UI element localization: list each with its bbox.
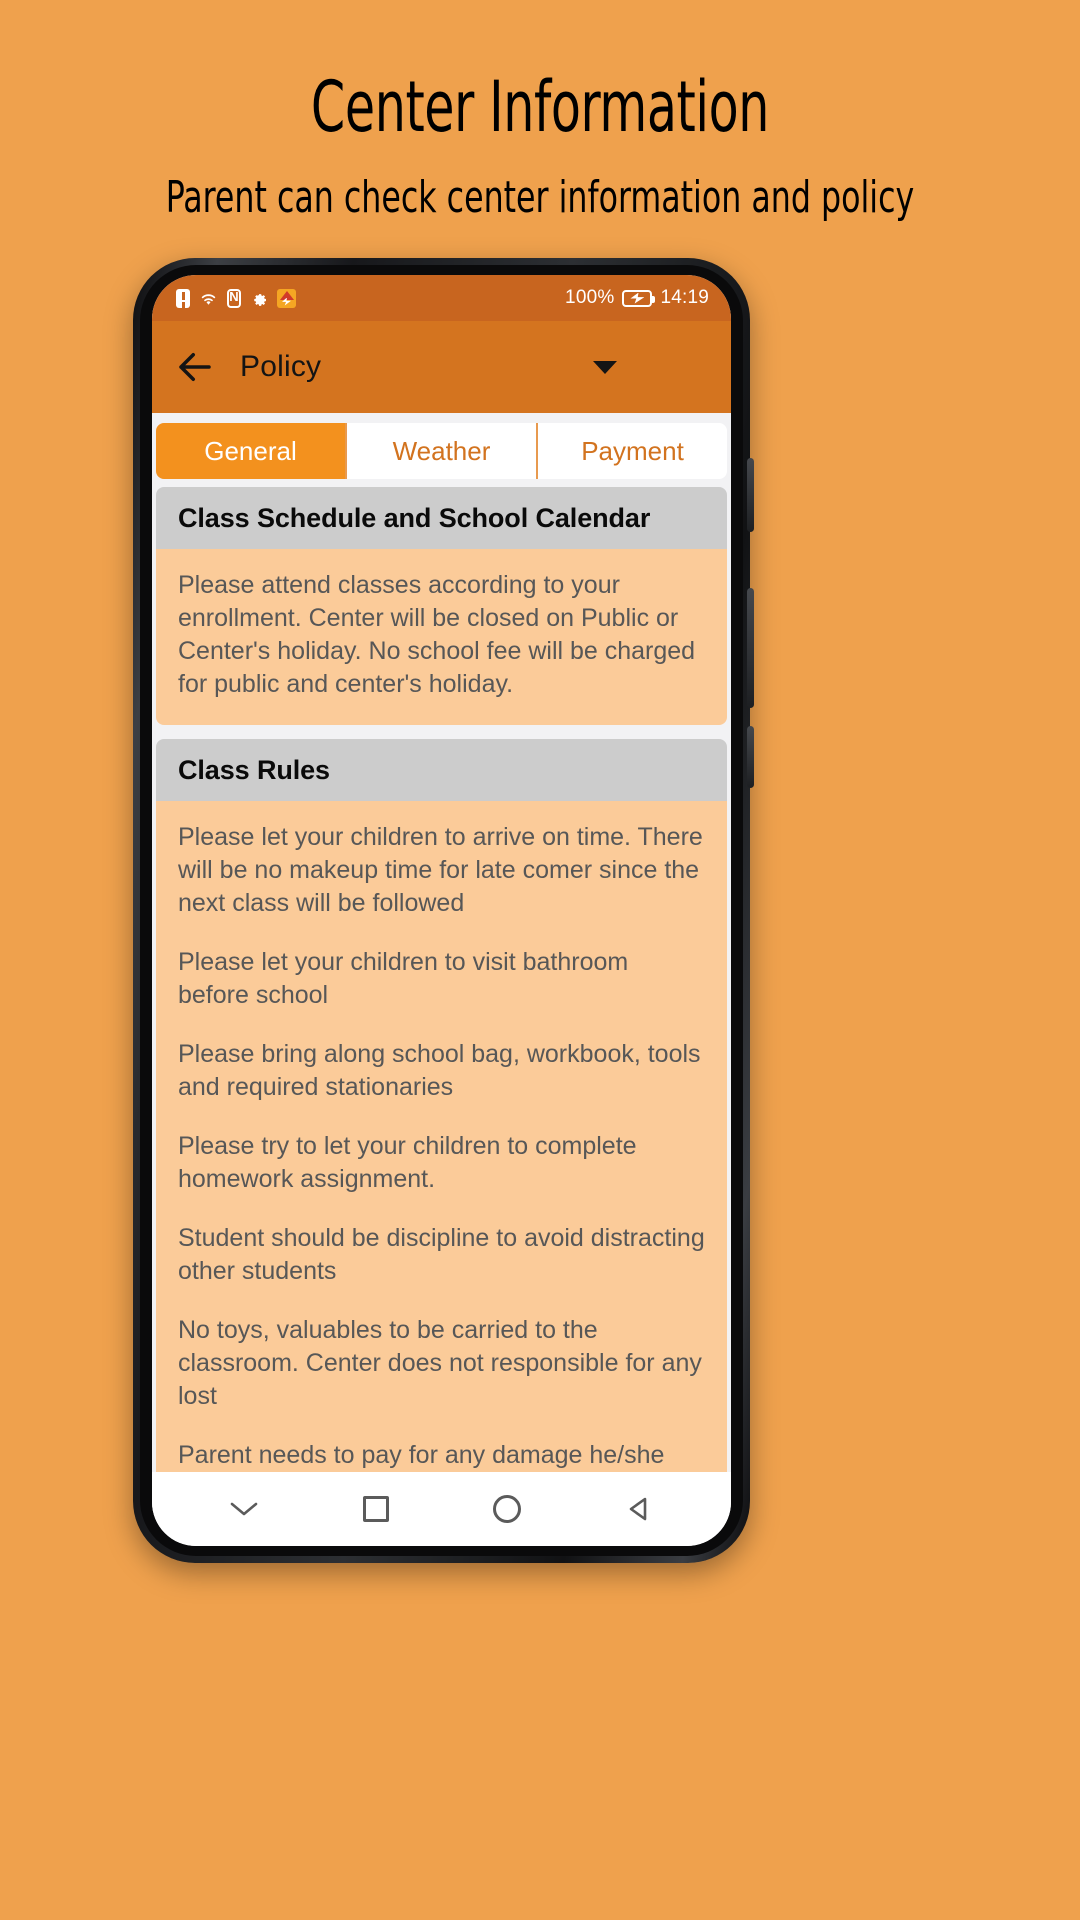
card-body: Please attend classes according to your …: [156, 549, 727, 725]
nfc-icon: [227, 288, 241, 308]
wifi-icon: [201, 294, 216, 305]
status-bar-left-icons: [176, 288, 296, 308]
card-title: Class Schedule and School Calendar: [156, 487, 727, 549]
policy-paragraph: No toys, valuables to be carried to the …: [178, 1316, 702, 1410]
hide-keyboard-button[interactable]: [221, 1486, 267, 1532]
page-title: Center Information: [310, 66, 770, 148]
tab-bar: General Weather Payment: [156, 423, 727, 479]
chevron-down-nav-icon: [230, 1502, 258, 1516]
promo-header: Center Information Parent can check cent…: [0, 0, 1080, 220]
policy-card-class-rules: Class Rules Please let your children to …: [156, 739, 727, 1472]
app-notification-icon: [277, 288, 296, 308]
tabs-area: General Weather Payment: [152, 413, 731, 487]
policy-paragraph: Please attend classes according to your …: [178, 571, 696, 698]
power-button[interactable]: [747, 458, 754, 532]
tab-payment[interactable]: Payment: [538, 423, 727, 479]
back-triangle-icon: [629, 1497, 647, 1521]
phone-mockup: 100% 14:19 Policy General Weather Paymen…: [133, 258, 754, 1563]
gear-icon: [254, 294, 266, 306]
status-bar-right: 100% 14:19: [565, 287, 709, 309]
tab-weather[interactable]: Weather: [347, 423, 538, 479]
page-subtitle: Parent can check center information and …: [165, 172, 915, 223]
volume-down-button[interactable]: [747, 726, 754, 788]
volume-up-button[interactable]: [747, 588, 754, 708]
home-button[interactable]: [484, 1486, 530, 1532]
card-body: Please let your children to arrive on ti…: [156, 801, 727, 1472]
recents-square-icon: [362, 1496, 389, 1522]
back-button[interactable]: [616, 1486, 662, 1532]
app-bar: Policy: [152, 321, 731, 413]
policy-paragraph: Please try to let your children to compl…: [178, 1132, 637, 1193]
policy-paragraph: Please bring along school bag, workbook,…: [178, 1040, 701, 1101]
policy-paragraph: Parent needs to pay for any damage he/sh…: [178, 1441, 665, 1469]
policy-paragraph: Please let your children to arrive on ti…: [178, 823, 703, 917]
battery-percent: 100%: [565, 287, 615, 308]
chevron-down-icon[interactable]: [593, 360, 617, 374]
charging-bolt-icon: [630, 292, 645, 304]
policy-card-class-schedule: Class Schedule and School Calendar Pleas…: [156, 487, 727, 725]
policy-paragraph: Student should be discipline to avoid di…: [178, 1224, 705, 1285]
policy-paragraph: Please let your children to visit bathro…: [178, 948, 629, 1009]
home-circle-icon: [493, 1495, 522, 1523]
alert-icon: [176, 288, 190, 308]
system-navigation-bar: [152, 1472, 731, 1546]
app-bar-title: Policy: [240, 350, 322, 383]
battery-charging-icon: [622, 289, 656, 307]
tab-general[interactable]: General: [156, 423, 347, 479]
policy-content-scroll[interactable]: Class Schedule and School Calendar Pleas…: [152, 487, 731, 1472]
recents-button[interactable]: [353, 1486, 399, 1532]
phone-screen: 100% 14:19 Policy General Weather Paymen…: [152, 275, 731, 1546]
status-bar-clock: 14:19: [660, 287, 709, 308]
card-title: Class Rules: [156, 739, 727, 801]
back-arrow-icon[interactable]: [174, 346, 216, 388]
status-bar: 100% 14:19: [152, 275, 731, 321]
